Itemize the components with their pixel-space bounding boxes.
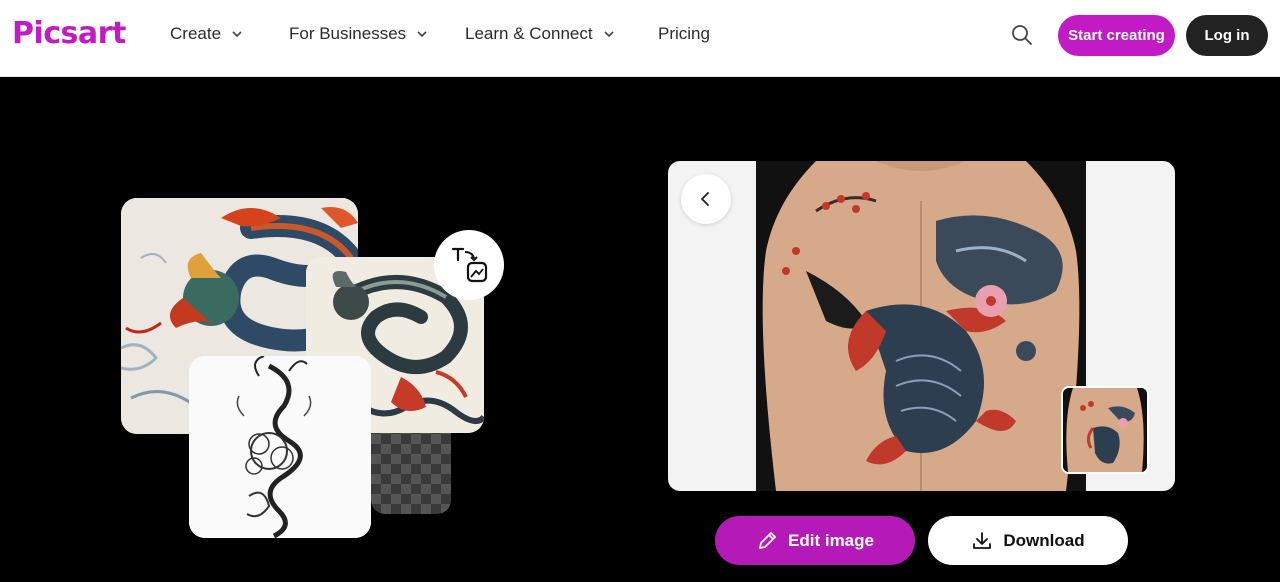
top-navbar: Picsart Create For Businesses Learn & Co… <box>0 0 1280 77</box>
nav-for-businesses-label: For Businesses <box>289 24 407 43</box>
previous-image-button[interactable] <box>681 174 731 224</box>
chevron-left-icon <box>701 192 709 206</box>
dragon-sketch-image <box>189 356 371 538</box>
koi-tattoo-thumbnail[interactable] <box>1061 386 1149 474</box>
koi-tattoo-photo <box>756 161 1086 491</box>
nav-learn-connect-label: Learn & Connect <box>465 24 593 43</box>
chevron-down-icon <box>604 31 614 38</box>
start-creating-button[interactable]: Start creating <box>1058 15 1175 56</box>
transparent-background-preview <box>371 424 451 514</box>
login-button[interactable]: Log in <box>1186 15 1268 56</box>
download-button[interactable]: Download <box>928 516 1128 565</box>
edit-image-button[interactable]: Edit image <box>715 516 915 565</box>
pencil-icon <box>759 531 776 549</box>
download-icon <box>973 531 992 549</box>
nav-learn-connect[interactable]: Learn & Connect <box>465 24 615 44</box>
chevron-down-icon <box>232 31 242 38</box>
chevron-down-icon <box>417 31 427 38</box>
search-icon[interactable] <box>1009 22 1035 48</box>
nav-pricing-label: Pricing <box>658 24 710 43</box>
nav-pricing[interactable]: Pricing <box>658 24 710 44</box>
nav-create[interactable]: Create <box>170 24 243 44</box>
download-label: Download <box>1003 530 1085 550</box>
text-to-image-badge <box>434 230 504 300</box>
nav-for-businesses[interactable]: For Businesses <box>289 24 428 44</box>
text-to-image-icon <box>451 247 488 283</box>
edit-image-label: Edit image <box>788 530 874 550</box>
picsart-logo[interactable]: Picsart <box>12 16 126 51</box>
nav-create-label: Create <box>170 24 222 43</box>
